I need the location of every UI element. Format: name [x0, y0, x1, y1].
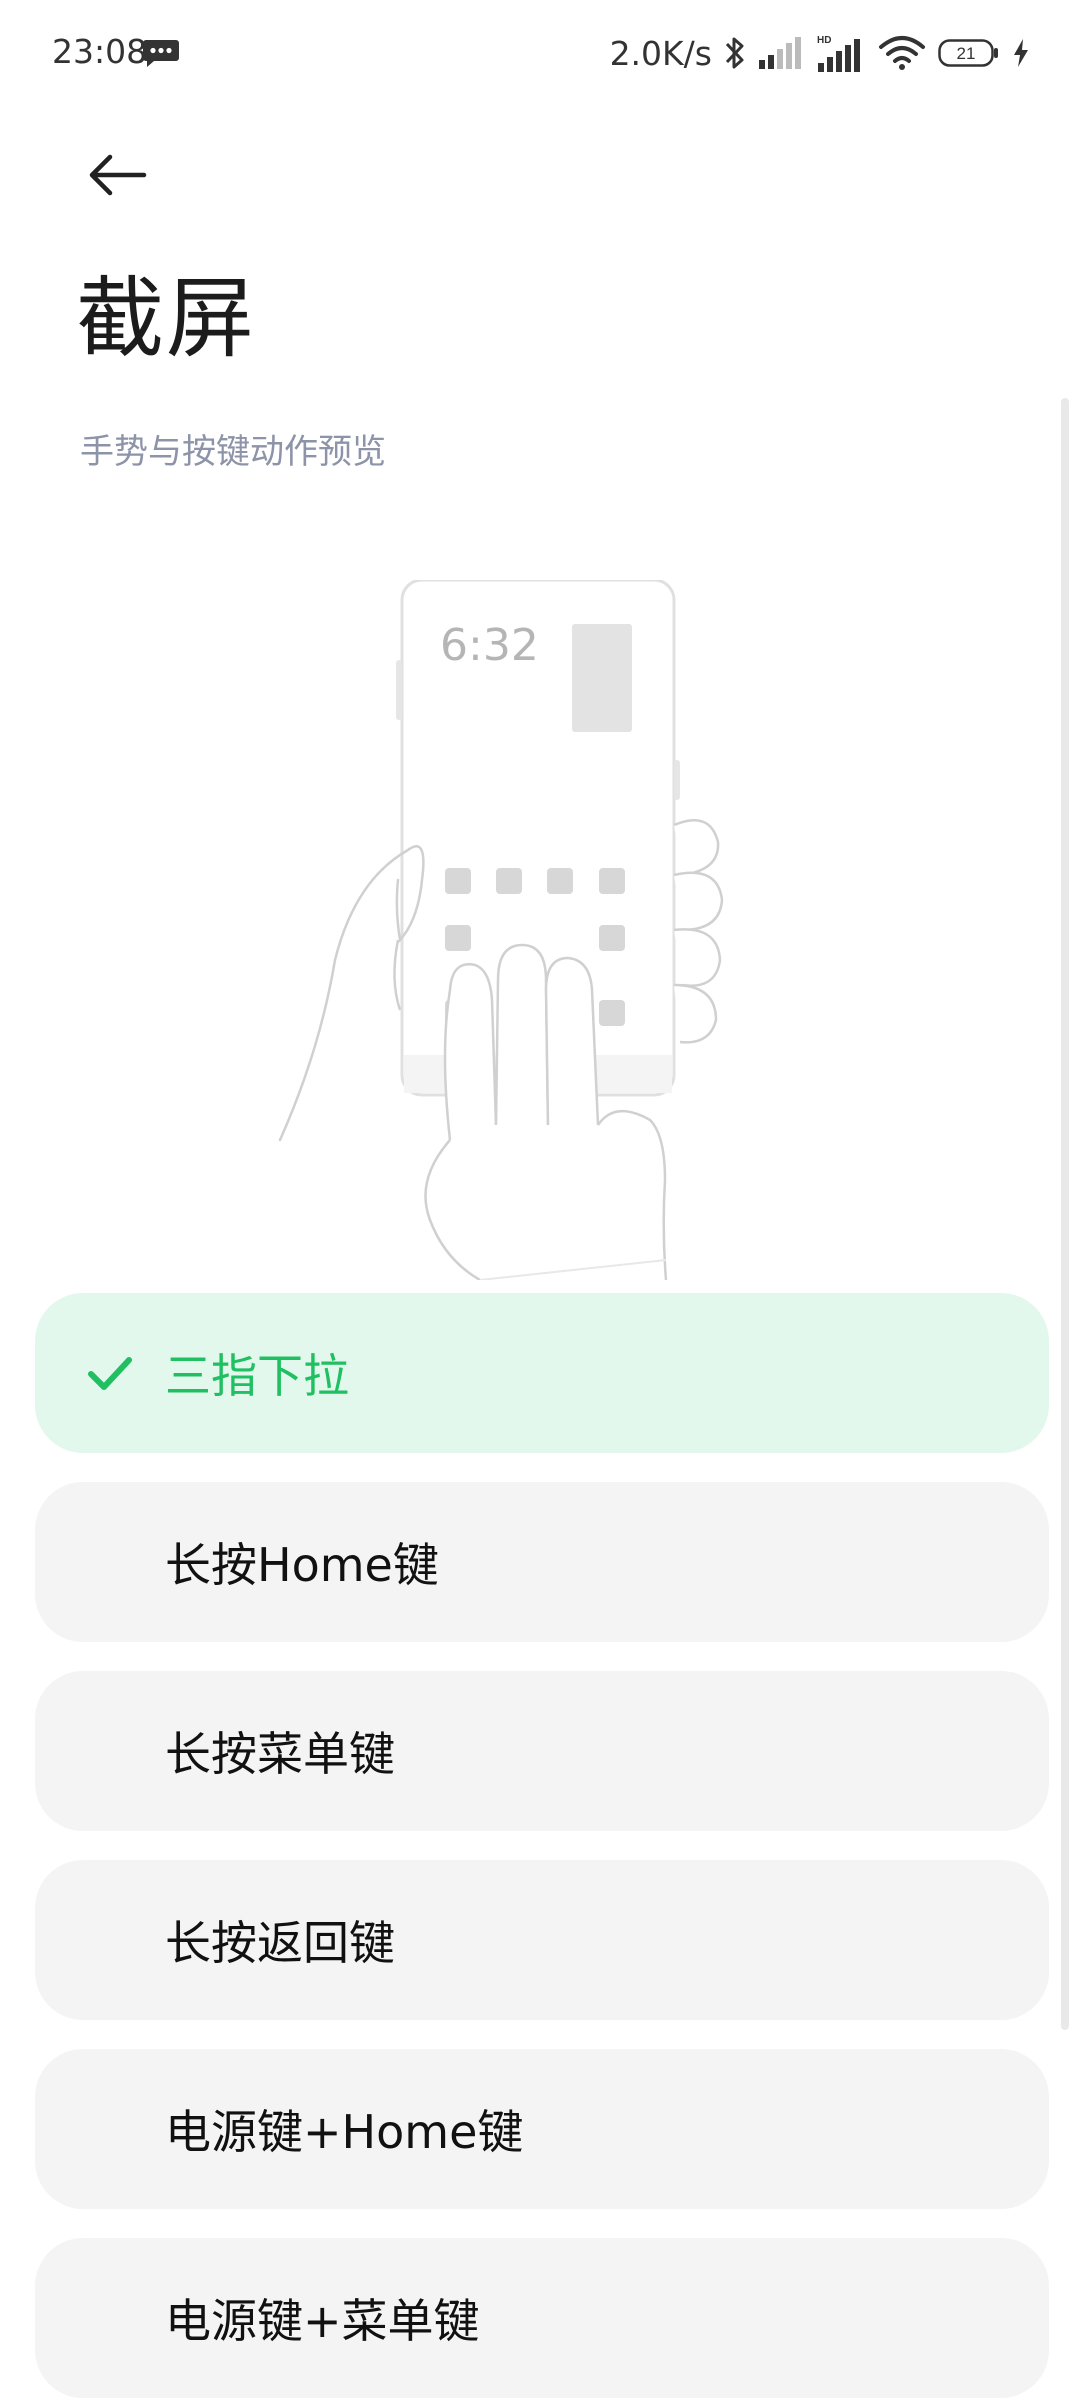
option-label: 电源键+Home键 — [165, 2105, 524, 2159]
option-power-plus-home[interactable]: 电源键+Home键 — [35, 2049, 1049, 2209]
battery-level: 21 — [957, 44, 976, 63]
battery-icon: 21 — [938, 39, 998, 67]
screenshot-method-list: 三指下拉 长按Home键 长按菜单键 长按返回键 电源键+Home键 电源键+菜… — [35, 1293, 1049, 2400]
option-long-press-home[interactable]: 长按Home键 — [35, 1482, 1049, 1642]
arrow-left-icon — [89, 154, 147, 196]
back-button[interactable] — [72, 130, 162, 220]
phone-side-button — [396, 660, 402, 720]
charging-icon — [1014, 39, 1028, 67]
status-right: 2.0K/s HD 21 — [610, 28, 1030, 78]
option-label: 长按返回键 — [165, 1916, 395, 1970]
signal-icon — [759, 37, 801, 69]
checkmark-icon — [88, 1357, 132, 1390]
gesture-illustration: 6:32 — [278, 580, 724, 1280]
screen: 23:08 2.0K/s HD 21 截屏 手势与按键动作预览 6:32 三指下… — [0, 0, 1080, 2400]
option-three-finger-swipe[interactable]: 三指下拉 — [35, 1293, 1049, 1453]
illustration-clock: 6:32 — [440, 620, 539, 671]
option-label: 长按Home键 — [165, 1538, 439, 1592]
bluetooth-icon — [725, 37, 744, 69]
option-long-press-back[interactable]: 长按返回键 — [35, 1860, 1049, 2020]
option-label: 三指下拉 — [165, 1349, 349, 1403]
section-subtitle: 手势与按键动作预览 — [80, 432, 386, 472]
illustration-widget — [572, 624, 632, 732]
option-label: 电源键+菜单键 — [165, 2294, 480, 2348]
option-label: 长按菜单键 — [165, 1727, 395, 1781]
status-time: 23:08 — [52, 32, 148, 71]
phone-side-button — [674, 760, 680, 800]
hd-signal-icon: HD — [817, 35, 860, 72]
message-icon — [143, 40, 179, 67]
status-bar: 23:08 2.0K/s HD 21 — [0, 0, 1080, 104]
scrollbar[interactable] — [1061, 398, 1069, 2030]
wifi-icon — [879, 36, 925, 70]
page-title: 截屏 — [76, 267, 257, 370]
svg-text:HD: HD — [817, 35, 831, 46]
option-long-press-menu[interactable]: 长按菜单键 — [35, 1671, 1049, 1831]
option-power-plus-menu[interactable]: 电源键+菜单键 — [35, 2238, 1049, 2398]
network-speed: 2.0K/s — [609, 33, 712, 73]
